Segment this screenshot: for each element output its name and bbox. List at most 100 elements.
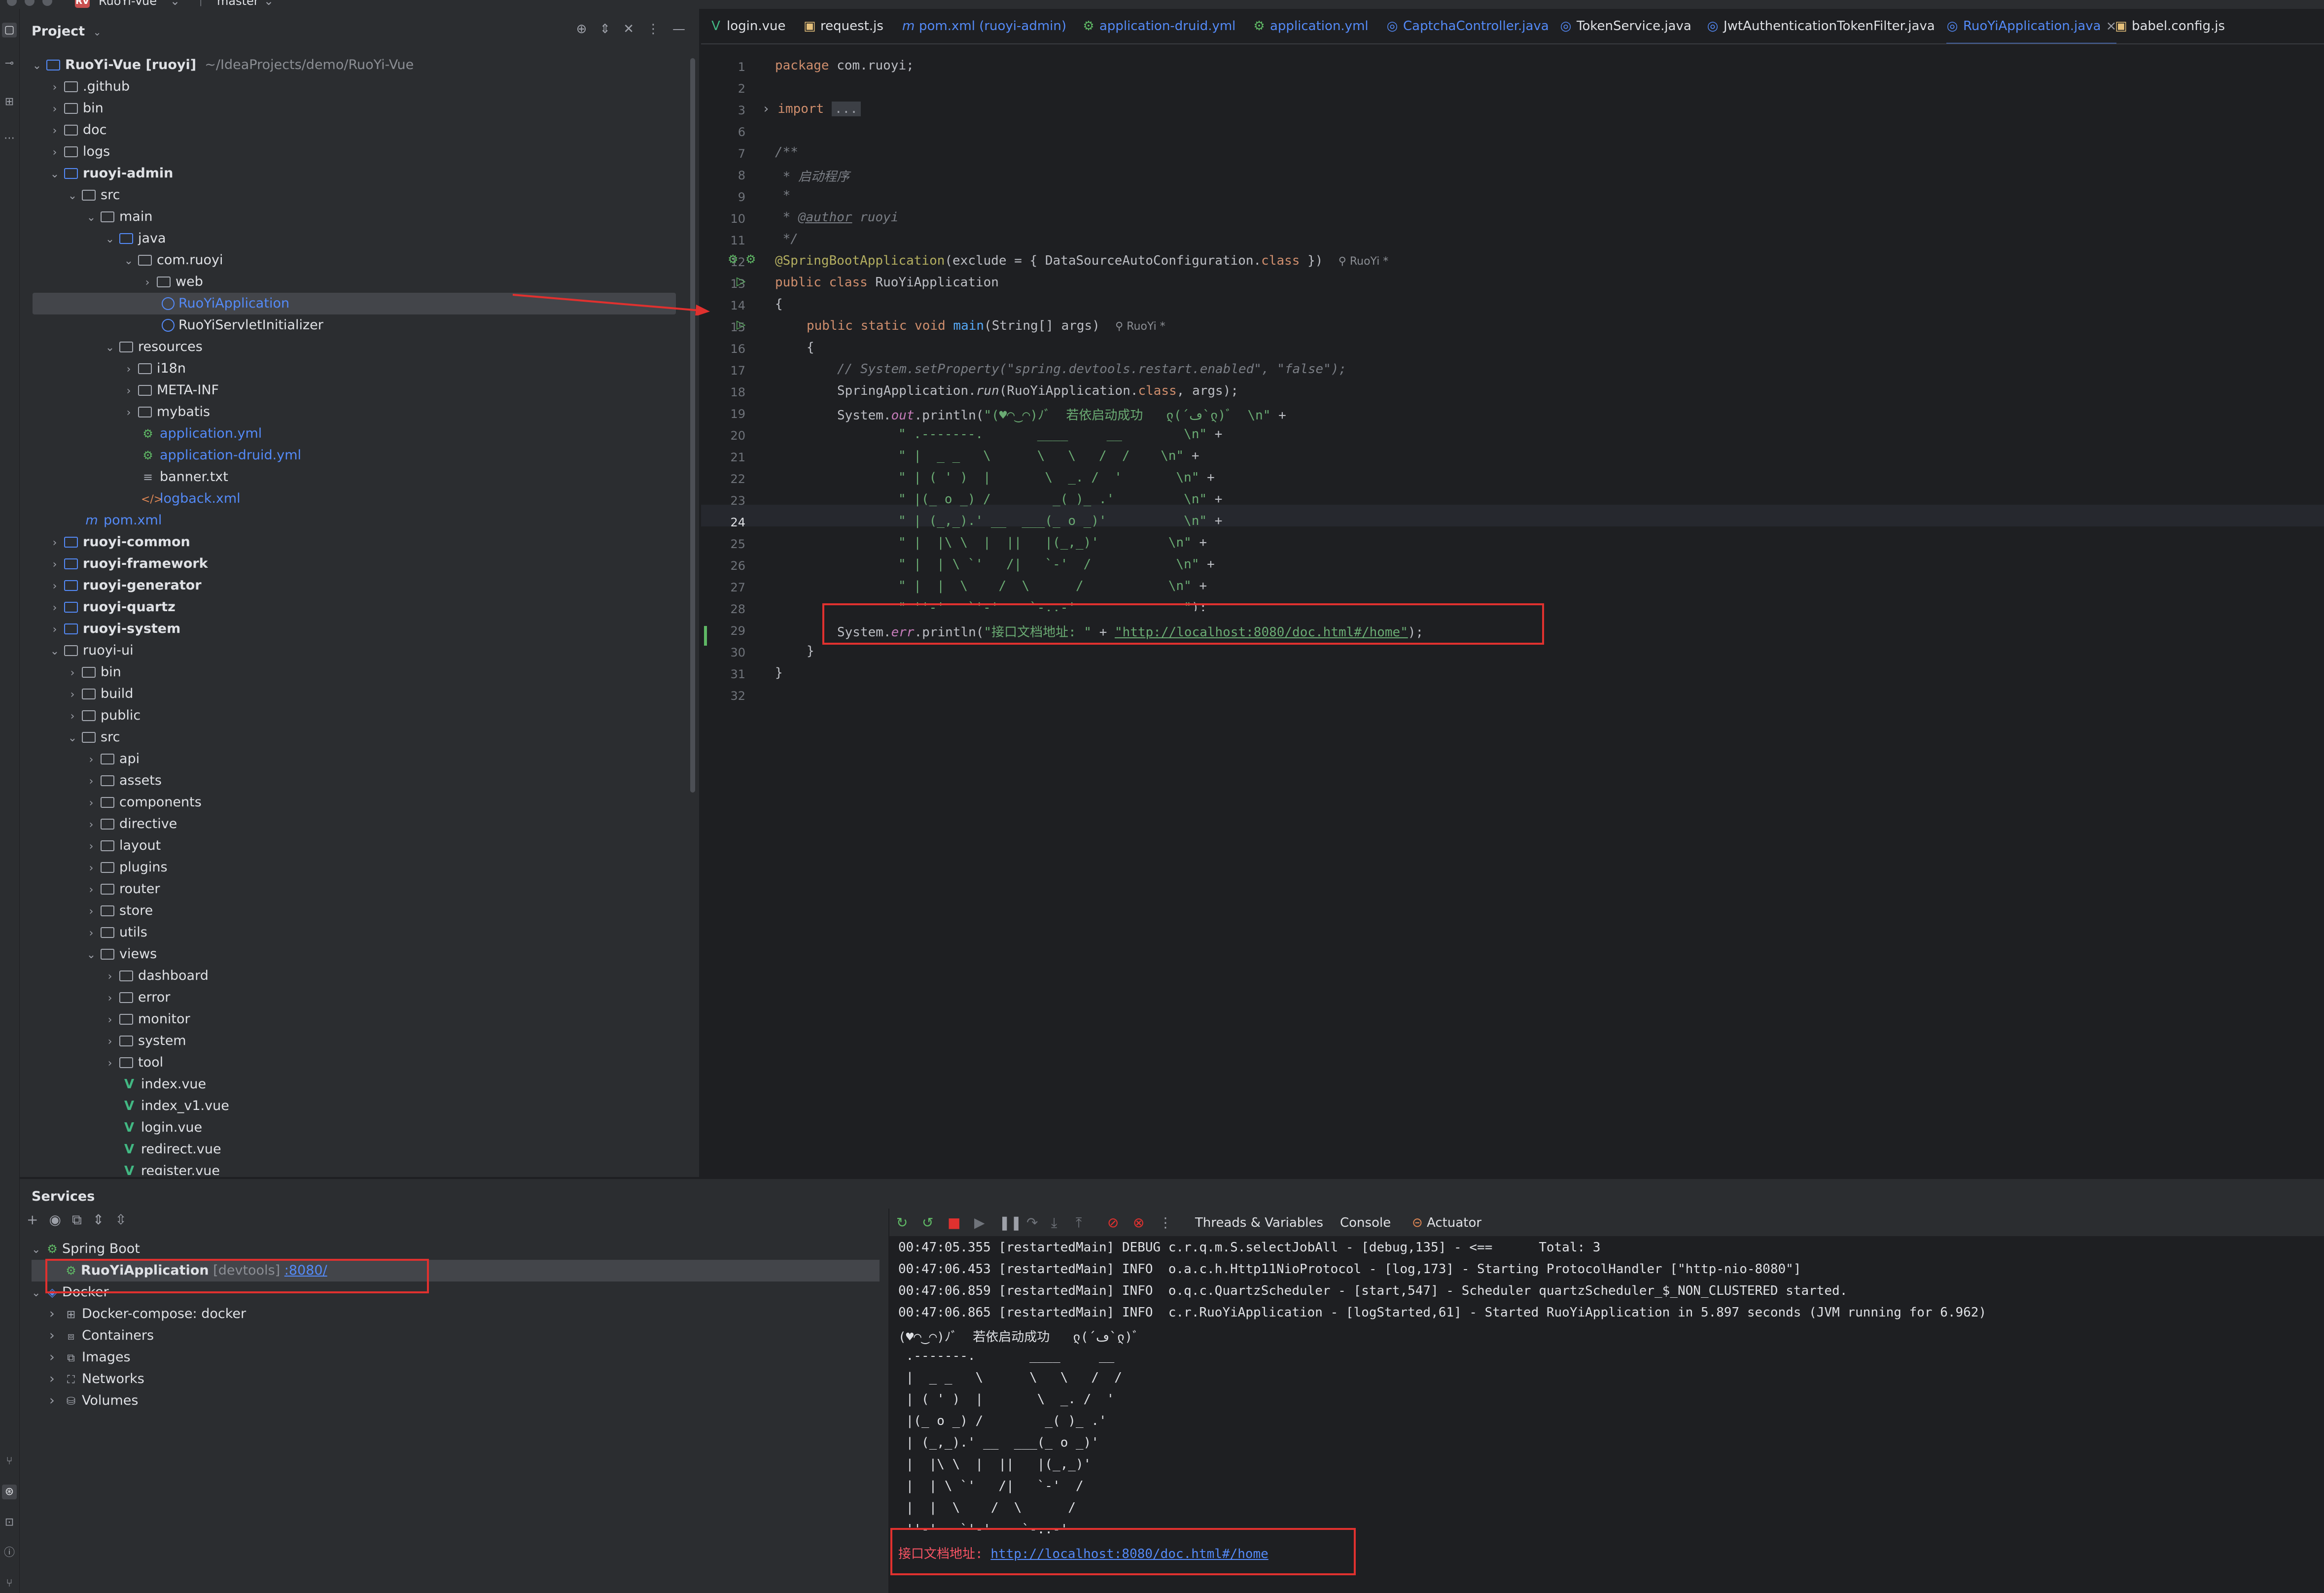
services-row[interactable]: › ⛁ Volumes bbox=[20, 1390, 887, 1412]
tree-row[interactable]: › bin bbox=[20, 661, 700, 683]
tab-application-druid-yml[interactable]: ⚙ application-druid.yml bbox=[1083, 19, 1235, 38]
tab-request-js[interactable]: ▣ request.js bbox=[804, 19, 883, 38]
breakpoints-icon[interactable]: ⊘ bbox=[1107, 1214, 1119, 1231]
structure-tool-icon[interactable]: ⊞ bbox=[2, 95, 17, 109]
tab-threads-variables[interactable]: Threads & Variables bbox=[1195, 1215, 1323, 1230]
window-zoom-dot[interactable] bbox=[42, 0, 52, 6]
project-badge[interactable]: RV bbox=[75, 0, 90, 8]
chevron-right-icon[interactable]: › bbox=[105, 1009, 115, 1031]
tree-row[interactable]: › i18n bbox=[20, 358, 700, 380]
chevron-right-icon[interactable]: › bbox=[49, 99, 60, 120]
step-into-icon[interactable]: ⤓ bbox=[1051, 1214, 1057, 1231]
run-gutter-icon[interactable]: ▷ bbox=[737, 274, 745, 288]
chevron-right-icon[interactable]: › bbox=[49, 576, 60, 597]
project-switcher[interactable]: RuoYi-Vue bbox=[99, 0, 157, 8]
rerun-icon[interactable]: ↻ bbox=[896, 1214, 908, 1231]
chevron-right-icon[interactable]: › bbox=[49, 554, 60, 576]
chevron-right-icon[interactable]: › bbox=[86, 793, 97, 814]
spring-bean-icon[interactable]: ⚙ bbox=[728, 252, 739, 266]
chevron-down-icon[interactable]: ⌄ bbox=[105, 337, 115, 359]
chevron-down-icon[interactable]: ⌄ bbox=[86, 207, 97, 229]
project-tool-icon[interactable]: ▢ bbox=[2, 23, 17, 37]
stop-icon[interactable]: ■ bbox=[948, 1214, 960, 1231]
tree-row[interactable]: › ruoyi-system bbox=[20, 618, 700, 640]
chevron-right-icon[interactable]: › bbox=[67, 706, 78, 727]
tree-row[interactable]: Vregister.vue bbox=[20, 1160, 700, 1175]
chevron-right-icon[interactable]: › bbox=[105, 988, 115, 1009]
window-close-dot[interactable] bbox=[7, 0, 17, 6]
chevron-right-icon[interactable]: › bbox=[49, 1368, 60, 1390]
tree-row[interactable]: ⚙ application-druid.yml bbox=[20, 445, 700, 466]
tree-row[interactable]: ⌄ src bbox=[20, 727, 700, 748]
tree-row[interactable]: ⌄ src bbox=[20, 184, 700, 206]
branch-chevron-icon[interactable]: ⌄ bbox=[264, 0, 274, 8]
chevron-right-icon[interactable]: › bbox=[86, 814, 97, 836]
collapse-all-icon[interactable]: ⇳ bbox=[115, 1212, 126, 1228]
commit-tool-icon[interactable]: ⊸ bbox=[2, 56, 17, 71]
tree-row[interactable]: › router bbox=[20, 878, 700, 900]
tab-console[interactable]: Console bbox=[1340, 1215, 1391, 1230]
chevron-down-icon[interactable]: ⌄ bbox=[32, 1282, 42, 1304]
tree-row[interactable]: › ruoyi-common bbox=[20, 531, 700, 553]
author-hint[interactable]: ⚲ RuoYi * bbox=[1338, 255, 1389, 268]
chevron-right-icon[interactable]: › bbox=[49, 1303, 60, 1325]
tree-row[interactable]: › monitor bbox=[20, 1008, 700, 1030]
tree-row[interactable]: Vredirect.vue bbox=[20, 1139, 700, 1160]
eye-icon[interactable]: ◉ bbox=[49, 1212, 61, 1228]
tab-actuator[interactable]: ⊝ Actuator bbox=[1412, 1215, 1481, 1230]
tree-row[interactable]: ⌄ resources bbox=[20, 336, 700, 358]
git-tool-icon[interactable]: ⑂ bbox=[2, 1454, 17, 1469]
tree-row[interactable]: ≡ banner.txt bbox=[20, 466, 700, 488]
chevron-right-icon[interactable]: › bbox=[67, 662, 78, 684]
tree-row[interactable]: Vlogin.vue bbox=[20, 1117, 700, 1139]
chevron-down-icon[interactable]: ⌄ bbox=[123, 250, 134, 272]
chevron-down-icon[interactable]: ⌄ bbox=[93, 26, 102, 38]
tab-token-service[interactable]: ◎ TokenService.java bbox=[1560, 19, 1691, 38]
chevron-right-icon[interactable]: › bbox=[105, 966, 115, 988]
resume-icon[interactable]: ▶ bbox=[974, 1214, 985, 1231]
tree-row[interactable]: ⌄ com.ruoyi bbox=[20, 249, 700, 271]
chevron-right-icon[interactable]: › bbox=[86, 749, 97, 771]
tree-row[interactable]: › web bbox=[20, 271, 700, 293]
chevron-right-icon[interactable]: › bbox=[123, 359, 134, 381]
options-icon[interactable]: ⋮ bbox=[647, 22, 660, 36]
author-hint[interactable]: ⚲ RuoYi * bbox=[1115, 320, 1165, 333]
chevron-down-icon[interactable]: ⌄ bbox=[32, 55, 42, 77]
chevron-right-icon[interactable]: › bbox=[86, 858, 97, 879]
terminal-tool-icon[interactable]: ⊡ bbox=[2, 1515, 17, 1530]
problems-tool-icon[interactable]: ⓘ bbox=[2, 1546, 17, 1560]
branch-switcher[interactable]: master bbox=[217, 0, 259, 8]
tree-row[interactable]: › bin bbox=[20, 98, 700, 119]
chevron-right-icon[interactable]: › bbox=[49, 1390, 60, 1412]
tree-row[interactable]: › public bbox=[20, 705, 700, 727]
services-row-spring-boot[interactable]: ⌄ ⚙ Spring Boot bbox=[20, 1238, 887, 1260]
tree-row[interactable]: RuoYiServletInitializer bbox=[20, 314, 700, 336]
services-row[interactable]: › ⧉ Images bbox=[20, 1347, 887, 1368]
chevron-right-icon[interactable]: › bbox=[105, 1031, 115, 1053]
chevron-down-icon[interactable]: ⌄ bbox=[49, 164, 60, 185]
tree-row[interactable]: › .github bbox=[20, 76, 700, 98]
chevron-right-icon[interactable]: › bbox=[86, 879, 97, 901]
chevron-right-icon[interactable]: › bbox=[142, 272, 153, 294]
tree-row[interactable]: › ruoyi-quartz bbox=[20, 596, 700, 618]
tree-row[interactable]: </>logback.xml bbox=[20, 488, 700, 510]
tree-row[interactable]: › assets bbox=[20, 770, 700, 792]
chevron-right-icon[interactable]: › bbox=[49, 77, 60, 99]
pause-icon[interactable]: ❚❚ bbox=[999, 1214, 1022, 1231]
chevron-right-icon[interactable]: › bbox=[49, 1325, 60, 1347]
new-tab-icon[interactable]: ⧉ bbox=[72, 1212, 82, 1228]
chevron-down-icon[interactable]: ⌄ bbox=[67, 727, 78, 749]
chevron-down-icon[interactable]: ⌄ bbox=[105, 229, 115, 250]
tree-row[interactable]: › META-INF bbox=[20, 380, 700, 401]
project-panel-title[interactable]: Project bbox=[32, 24, 85, 39]
add-service-icon[interactable]: + bbox=[27, 1212, 38, 1228]
tree-row[interactable]: › build bbox=[20, 683, 700, 705]
collapse-all-icon[interactable]: ✕ bbox=[623, 22, 634, 36]
tree-row[interactable]: › system bbox=[20, 1030, 700, 1052]
tree-row[interactable]: › tool bbox=[20, 1052, 700, 1074]
expand-all-icon[interactable]: ⇕ bbox=[93, 1212, 104, 1228]
services-tool-icon[interactable]: ⊛ bbox=[2, 1485, 17, 1499]
tab-captcha-controller[interactable]: ◎ CaptchaController.java bbox=[1386, 19, 1549, 38]
more-tools-icon[interactable]: ⋯ bbox=[2, 131, 17, 146]
tab-ruoyi-application[interactable]: ◎ RuoYiApplication.java × bbox=[1946, 19, 2117, 43]
